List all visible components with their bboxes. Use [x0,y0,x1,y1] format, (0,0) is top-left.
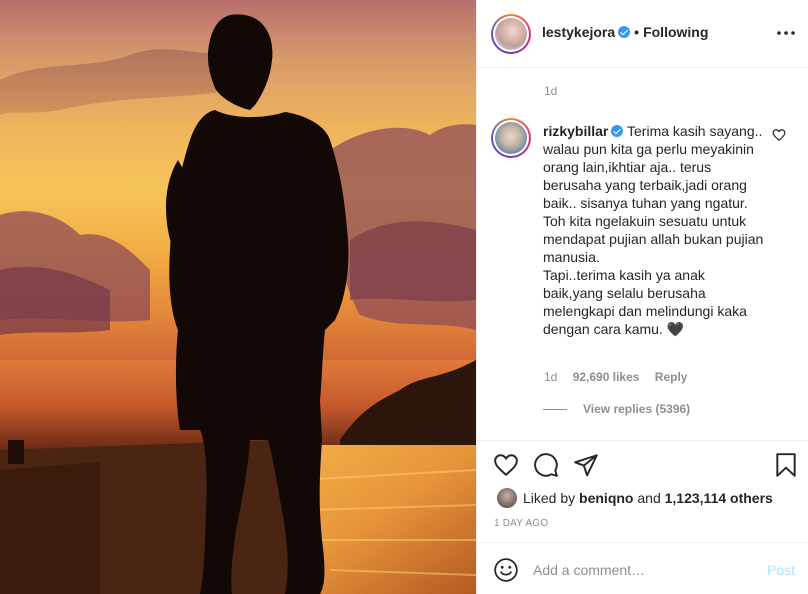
post-sidebar: lestykejora • Following 1d rizkybillar Ter… [476,0,808,594]
verified-badge-icon [611,125,624,137]
liker-username[interactable]: beniqno [579,490,633,506]
post-header: lestykejora • Following [477,0,808,68]
more-options-icon[interactable] [775,22,797,44]
commenter-avatar[interactable] [491,118,531,158]
comment-message: Terima kasih sayang.. walau pun kita ga … [543,123,764,337]
author-avatar[interactable] [491,14,531,54]
smile-icon[interactable] [493,557,519,583]
heart-icon[interactable] [493,452,519,478]
post-comment-button[interactable]: Post [767,562,795,578]
liked-by-row: Liked by beniqno and 1,123,114 others [497,488,773,508]
commenter-username[interactable]: rizkybillar [543,123,608,139]
sunset-silhouette-image [0,14,476,594]
comment-text: rizkybillar Terima kasih sayang.. walau … [543,122,765,338]
comment-likes-count[interactable]: 92,690 likes [573,370,640,384]
liker-avatar[interactable] [497,488,517,508]
liked-by-prefix: Liked by [523,490,576,506]
author-username[interactable]: lestykejora [542,24,615,40]
comment-like-heart-icon[interactable] [772,128,786,142]
likes-count[interactable]: 1,123,114 others [665,490,773,506]
following-button[interactable]: Following [643,24,708,40]
post-photo[interactable] [0,0,476,594]
verified-badge-icon [618,26,631,38]
divider [477,440,808,441]
share-icon[interactable] [573,452,599,478]
liked-by-and: and [637,490,661,506]
caption-time[interactable]: 1d [544,84,557,98]
comment-meta: 1d 92,690 likes Reply [544,370,699,384]
post-date[interactable]: 1 DAY AGO [494,518,548,529]
comment-icon[interactable] [533,452,559,478]
reply-button[interactable]: Reply [655,370,688,384]
comment-input[interactable] [533,557,753,583]
bookmark-icon[interactable] [773,452,799,478]
separator-dot: • [634,24,640,40]
replies-divider-line [543,409,567,411]
comment-time[interactable]: 1d [544,370,557,384]
view-replies-button[interactable]: View replies (5396) [543,402,690,416]
view-replies-label: View replies (5396) [583,402,691,416]
author-line: lestykejora • Following [542,24,708,40]
comment-bar: Post [477,542,808,594]
